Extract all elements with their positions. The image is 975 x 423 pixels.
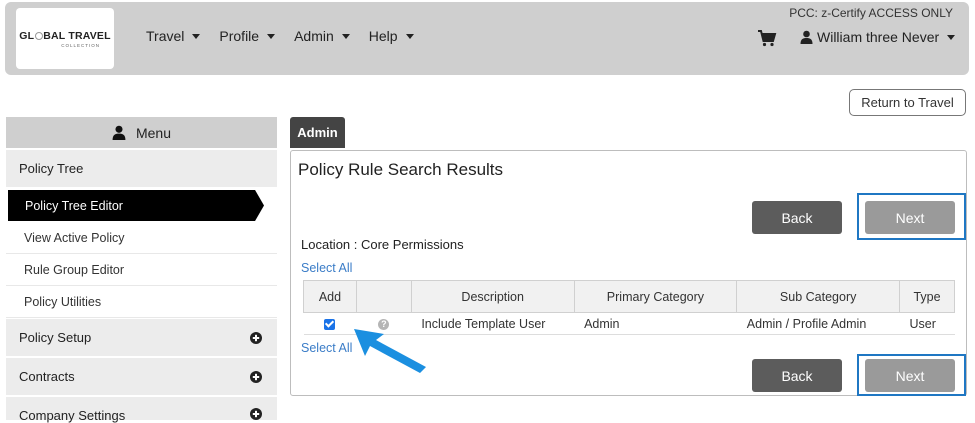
col-sub-category: Sub Category [736, 280, 900, 313]
return-to-travel-button[interactable]: Return to Travel [849, 89, 966, 116]
col-type: Type [899, 280, 955, 313]
nav-help[interactable]: Help [369, 28, 414, 44]
back-button-bottom[interactable]: Back [752, 359, 842, 392]
cell-primary-category: Admin [574, 312, 737, 335]
sidebar-item-rule-group-editor[interactable]: Rule Group Editor [6, 254, 277, 286]
main-nav: Travel Profile Admin Help [146, 28, 433, 44]
col-add: Add [303, 280, 357, 313]
sidebar-group-policy-setup[interactable]: Policy Setup [6, 319, 277, 357]
next-button-top[interactable]: Next [865, 201, 955, 234]
pointer-arrow-icon [354, 329, 426, 373]
plus-circle-icon[interactable] [250, 332, 262, 344]
select-all-link-bottom[interactable]: Select All [301, 341, 352, 355]
caret-down-icon [192, 34, 201, 39]
sidebar-menu-header: Menu [6, 117, 277, 148]
tab-admin[interactable]: Admin [290, 117, 345, 148]
caret-down-icon [267, 34, 276, 39]
user-icon [800, 30, 813, 44]
caret-down-icon [341, 34, 350, 39]
company-logo[interactable]: GL BAL TRAVEL COLLECTION [16, 8, 114, 69]
col-description: Description [410, 280, 575, 313]
nav-profile[interactable]: Profile [219, 28, 276, 44]
col-primary-category: Primary Category [573, 280, 738, 313]
user-menu[interactable]: William three Never [800, 29, 956, 45]
sidebar-group-company-settings[interactable]: Company Settings [6, 397, 277, 423]
caret-down-icon [947, 35, 956, 40]
pcc-label: PCC: z-Certify ACCESS ONLY [789, 6, 953, 20]
plus-circle-icon[interactable] [250, 371, 262, 383]
cell-sub-category: Admin / Profile Admin [736, 312, 900, 335]
sidebar-item-policy-tree-editor[interactable]: Policy Tree Editor [8, 190, 264, 221]
plus-circle-icon[interactable] [250, 408, 262, 420]
nav-admin[interactable]: Admin [294, 28, 350, 44]
sidebar-item-view-active-policy[interactable]: View Active Policy [6, 222, 277, 254]
location-label: Location : Core Permissions [301, 237, 464, 252]
next-button-bottom[interactable]: Next [865, 359, 955, 392]
col-help [355, 280, 412, 313]
sidebar-group-contracts[interactable]: Contracts [6, 358, 277, 396]
back-button-top[interactable]: Back [752, 201, 842, 234]
caret-down-icon [405, 34, 414, 39]
top-header: GL BAL TRAVEL COLLECTION Travel Profile A… [5, 2, 969, 75]
cell-type: User [899, 312, 955, 335]
nav-travel[interactable]: Travel [146, 28, 201, 44]
globe-icon [34, 31, 43, 40]
sidebar-group-policy-tree[interactable]: Policy Tree [6, 150, 277, 188]
user-icon [112, 125, 126, 140]
page-title: Policy Rule Search Results [298, 160, 504, 179]
cell-description: Include Template User [411, 312, 575, 335]
shopping-cart-icon[interactable] [757, 29, 777, 47]
sidebar-item-policy-utilities[interactable]: Policy Utilities [6, 286, 277, 318]
add-checkbox[interactable] [324, 318, 336, 330]
select-all-link-top[interactable]: Select All [301, 261, 352, 275]
